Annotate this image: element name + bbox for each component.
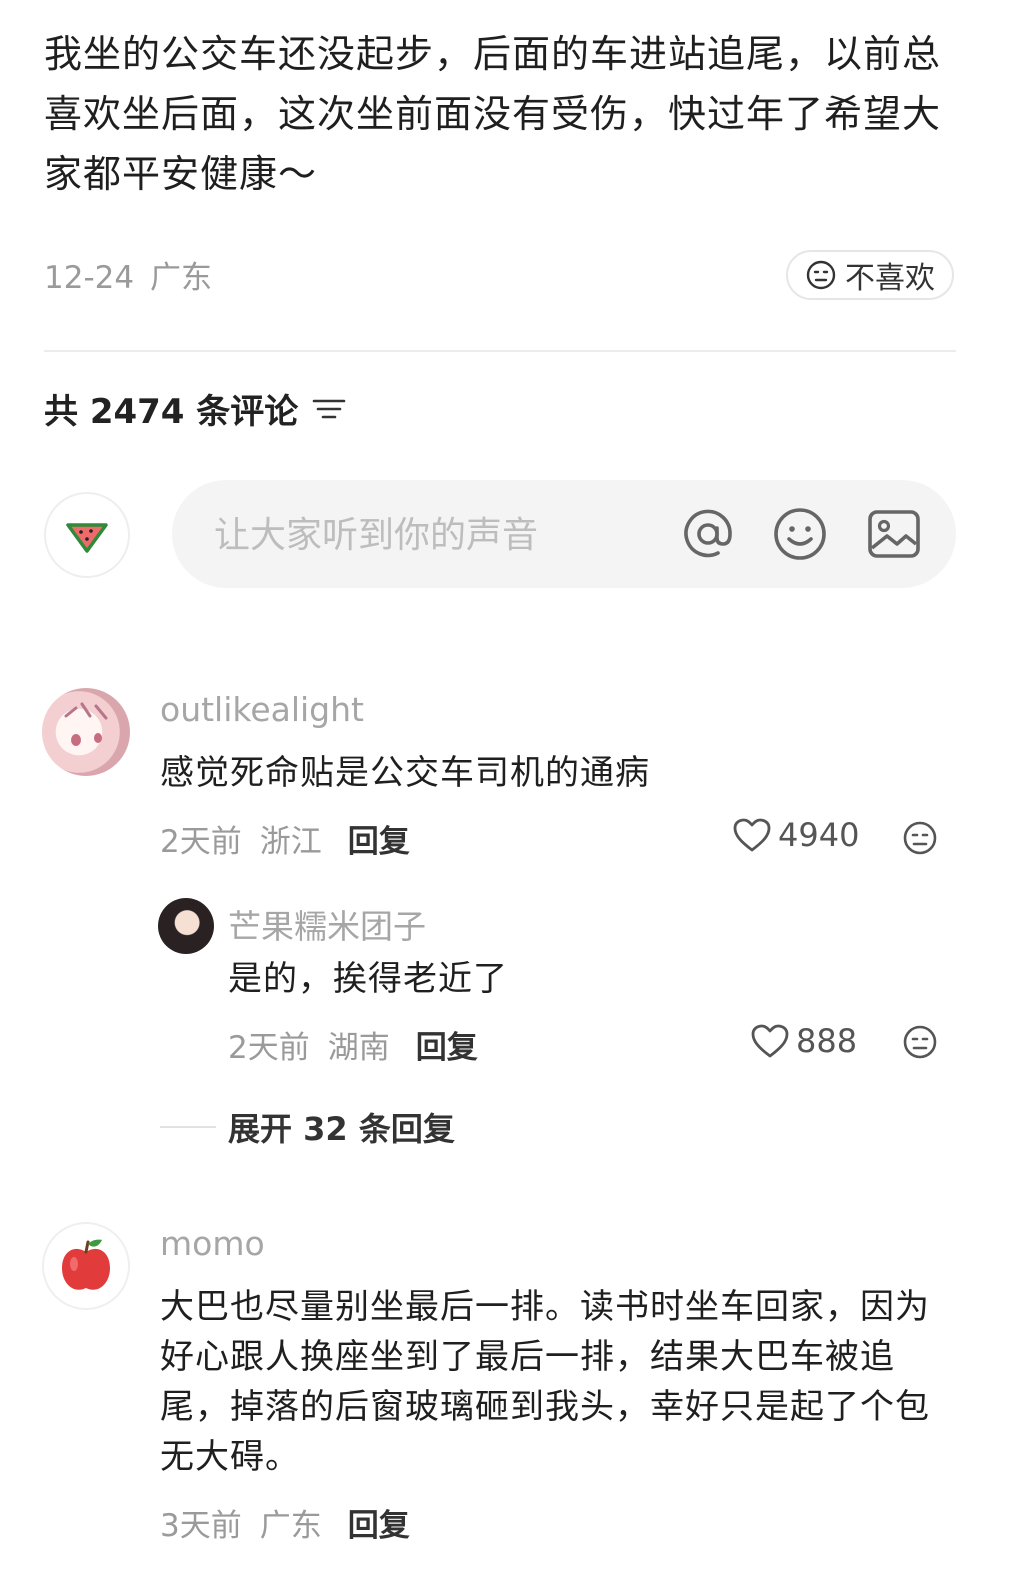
heart-outline-icon [733,818,771,852]
emoji-button[interactable] [772,506,828,562]
at-icon [684,509,732,558]
current-user-avatar[interactable] [44,492,130,578]
reply-text: 是的，挨得老近了 [228,959,508,999]
apple-icon [62,1239,110,1290]
like-button[interactable]: 4940 [732,816,859,854]
comment-text: 大巴也尽量别坐最后一排。读书时坐车回家，因为好心跟人换座坐到了最后一排，结果大巴… [160,1287,930,1477]
post-text: 我坐的公交车还没起步，后面的车进站追尾，以前总喜欢坐后面，这次坐前面没有受伤，快… [44,32,942,196]
reply-button[interactable]: 回复 [348,816,410,861]
comment-username[interactable]: outlikealight [160,690,364,729]
neutral-face-icon[interactable] [902,1024,938,1060]
like-button[interactable]: 888 [750,1022,857,1060]
post-meta: 12-24 广东 [44,252,212,297]
reply-time: 2天前 [228,1030,310,1066]
comment-meta: 2天前 浙江 回复 [160,816,410,861]
dislike-button[interactable]: 不喜欢 [786,250,954,300]
heart-outline-icon [751,1024,789,1058]
comments-count-label: 共 2474 条评论 [44,392,299,432]
avatar[interactable] [42,688,130,776]
comment-username[interactable]: momo [160,1224,265,1263]
comment-time: 3天前 [160,1508,242,1544]
post-date: 12-24 [44,260,135,296]
neutral-face-icon [806,260,836,290]
like-count: 888 [796,1022,858,1060]
smile-icon [774,508,826,560]
dislike-label: 不喜欢 [845,261,935,296]
expand-divider [160,1126,216,1128]
comment-time: 2天前 [160,824,242,860]
reply-username[interactable]: 芒果糯米团子 [228,900,426,948]
mention-button[interactable] [680,506,736,562]
reply-location: 湖南 [327,1030,390,1066]
image-button[interactable] [866,506,922,562]
sort-lines-icon[interactable] [312,395,346,423]
image-icon [868,510,920,558]
comment-location: 广东 [259,1508,322,1544]
expand-label: 展开 32 条回复 [228,1110,455,1148]
comment-text: 感觉死命贴是公交车司机的通病 [160,753,650,793]
comment-meta: 3天前 广东 回复 [160,1500,410,1545]
comment-input[interactable] [212,504,656,566]
avatar[interactable] [42,1222,130,1310]
neutral-face-icon[interactable] [902,820,938,856]
reply-button[interactable]: 回复 [348,1500,410,1545]
comments-count: 共 2474 条评论 [44,384,346,433]
expand-replies[interactable]: 展开 32 条回复 [160,1104,455,1150]
divider [44,350,956,352]
comment-location: 浙江 [259,824,322,860]
post-location: 广东 [149,260,212,296]
watermelon-icon [66,523,108,553]
comment-input-box[interactable] [172,480,956,588]
reply-meta: 2天前 湖南 回复 [228,1022,478,1067]
like-count: 4940 [778,816,860,854]
reply-avatar[interactable] [158,898,214,954]
reply-button[interactable]: 回复 [416,1022,478,1067]
